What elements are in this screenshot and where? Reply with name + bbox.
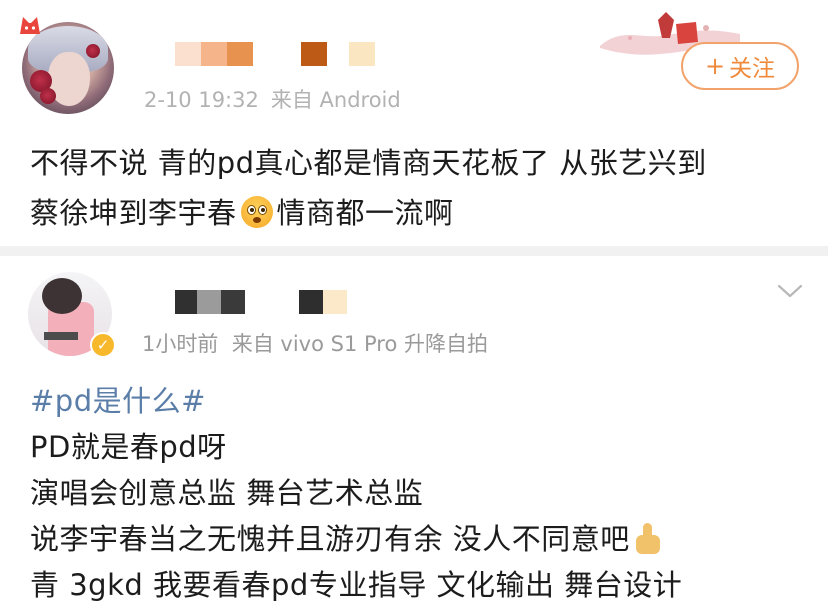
post-divider <box>0 246 828 256</box>
username-redacted[interactable] <box>175 42 375 66</box>
post-time: 1小时前 <box>142 332 219 356</box>
username-redacted[interactable] <box>175 290 347 314</box>
post-text-line: 青 3gkd 我要看春pd专业指导 文化输出 舞台设计 <box>30 568 683 602</box>
avatar-rose <box>86 44 100 58</box>
post-text-segment: 蔡徐坤到李宇春 <box>30 196 237 230</box>
flushed-face-emoji <box>240 196 273 228</box>
follow-button[interactable]: + 关注 <box>681 42 799 90</box>
post-text: #pd是什么# PD就是春pd呀 演唱会创意总监 舞台艺术总监 说李宇春当之无愧… <box>30 378 810 608</box>
post-meta: 1小时前 来自 vivo S1 Pro 升降自拍 <box>142 328 488 358</box>
plus-icon: + <box>704 52 726 80</box>
cat-ear-badge-icon <box>20 17 40 34</box>
post-text-line: 演唱会创意总监 舞台艺术总监 <box>30 476 424 510</box>
avatar-hair <box>42 278 82 314</box>
post-text-line: 说李宇春当之无愧并且游刃有余 没人不同意吧 <box>30 516 810 562</box>
post-time: 2-10 19:32 <box>144 88 259 112</box>
verified-v-icon: ✓ <box>90 332 116 358</box>
avatar-stripe <box>44 332 78 340</box>
post-text: 不得不说 青的pd真心都是情商天花板了 从张艺兴到 蔡徐坤到李宇春 情商都一流啊 <box>30 138 810 238</box>
post-text-line: 蔡徐坤到李宇春 情商都一流啊 <box>30 188 810 238</box>
thumbs-up-emoji <box>634 523 662 555</box>
topic-link[interactable]: #pd是什么# <box>30 378 810 424</box>
post-source: 来自 vivo S1 Pro 升降自拍 <box>231 332 488 356</box>
weibo-post-1: 2-10 19:32 来自 Android + 关注 不得不说 青的pd真心都是情… <box>0 0 828 245</box>
chevron-down-icon[interactable] <box>776 282 804 300</box>
post-text-line: PD就是春pd呀 <box>30 430 227 464</box>
post-text-line: 不得不说 青的pd真心都是情商天花板了 从张艺兴到 <box>30 146 707 180</box>
post-source: 来自 Android <box>270 88 401 112</box>
follow-button-label: 关注 <box>729 56 776 82</box>
avatar-rose <box>40 88 56 104</box>
post-meta: 2-10 19:32 来自 Android <box>144 84 401 114</box>
post-text-segment: 情商都一流啊 <box>276 196 454 230</box>
post-text-segment: 说李宇春当之无愧并且游刃有余 没人不同意吧 <box>30 522 630 556</box>
